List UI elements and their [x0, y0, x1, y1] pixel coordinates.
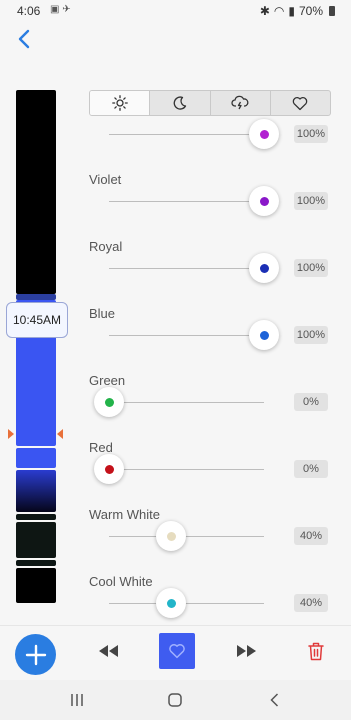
- timeline-segment[interactable]: [16, 514, 56, 520]
- channel-row: Blue 100%: [89, 306, 339, 366]
- signal-icon: ▮: [288, 4, 295, 18]
- status-icons: ✱ ◠ ▮ 70%: [260, 4, 335, 18]
- back-nav-icon[interactable]: [267, 692, 283, 708]
- add-button[interactable]: [15, 634, 56, 675]
- slider-knob[interactable]: [156, 588, 186, 618]
- channel-label: Red: [89, 440, 113, 455]
- channel-color-dot: [166, 598, 176, 608]
- channel-label: Royal: [89, 239, 123, 254]
- slider-knob[interactable]: [249, 119, 279, 149]
- channel-row: Royal 100%: [89, 239, 339, 299]
- slider-knob[interactable]: [94, 387, 124, 417]
- back-arrow-icon[interactable]: [14, 28, 36, 50]
- timeline-segment[interactable]: [16, 448, 56, 468]
- current-time-bubble[interactable]: 10:45AM: [6, 302, 68, 338]
- channel-percent[interactable]: 0%: [294, 393, 328, 411]
- slider-knob[interactable]: [94, 454, 124, 484]
- wifi-icon: ◠: [273, 4, 285, 18]
- channel-color-dot: [259, 196, 269, 206]
- heart-outline-icon: [169, 644, 185, 659]
- channel-color-dot: [166, 531, 176, 541]
- timeline-segment[interactable]: [16, 90, 56, 294]
- favorite-button[interactable]: [159, 633, 195, 669]
- timeline-marker-right[interactable]: [57, 429, 63, 439]
- channel-color-dot: [104, 397, 114, 407]
- channel-percent[interactable]: 100%: [294, 259, 328, 277]
- schedule-timeline[interactable]: [16, 90, 56, 603]
- rewind-icon[interactable]: [97, 643, 119, 659]
- channel-percent[interactable]: 100%: [294, 326, 328, 344]
- channel-percent[interactable]: 40%: [294, 527, 328, 545]
- slider-track[interactable]: [109, 536, 264, 537]
- slider-knob[interactable]: [249, 320, 279, 350]
- battery-icon: [329, 6, 335, 16]
- plus-icon: [25, 644, 46, 665]
- status-time: 4:06: [17, 4, 41, 18]
- channel-row: Violet 100%: [89, 172, 339, 232]
- channel-label: Cool White: [89, 574, 153, 589]
- timeline-segment[interactable]: [16, 560, 56, 566]
- channel-color-dot: [259, 263, 269, 273]
- channel-label: Violet: [89, 172, 122, 187]
- timeline-marker-left[interactable]: [8, 429, 14, 439]
- channel-row: Warm White 40%: [89, 507, 339, 567]
- bottom-toolbar: [0, 625, 351, 681]
- timeline-segment[interactable]: [16, 568, 56, 603]
- slider-track[interactable]: [109, 134, 264, 135]
- slider-track[interactable]: [109, 469, 264, 470]
- slider-track[interactable]: [109, 335, 264, 336]
- channel-color-dot: [259, 330, 269, 340]
- slider-track[interactable]: [109, 402, 264, 403]
- channel-label: Warm White: [89, 507, 161, 522]
- trash-icon[interactable]: [307, 641, 325, 661]
- fast-forward-icon[interactable]: [236, 643, 258, 659]
- channel-percent[interactable]: 100%: [294, 192, 328, 210]
- system-navigation-bar: [0, 680, 351, 720]
- channel-row: Green 0%: [89, 373, 339, 433]
- slider-knob[interactable]: [249, 186, 279, 216]
- slider-track[interactable]: [109, 268, 264, 269]
- channel-row: Red 0%: [89, 440, 339, 500]
- slider-knob[interactable]: [249, 253, 279, 283]
- channel-label: Green: [89, 373, 126, 388]
- channel-percent[interactable]: 100%: [294, 125, 328, 143]
- recent-apps-icon[interactable]: [69, 692, 85, 708]
- notification-icons: ▣ ✈: [50, 4, 71, 15]
- channel-row: 100%: [89, 105, 339, 165]
- channel-percent[interactable]: 40%: [294, 594, 328, 612]
- bluetooth-icon: ✱: [259, 4, 270, 18]
- channel-label: Blue: [89, 306, 116, 321]
- slider-track[interactable]: [109, 201, 264, 202]
- channel-percent[interactable]: 0%: [294, 460, 328, 478]
- channel-color-dot: [104, 464, 114, 474]
- channel-color-dot: [259, 129, 269, 139]
- battery-percent: 70%: [298, 4, 323, 18]
- timeline-segment[interactable]: [16, 522, 56, 558]
- status-bar: 4:06 ▣ ✈ ✱ ◠ ▮ 70%: [0, 0, 351, 22]
- home-icon[interactable]: [167, 692, 183, 708]
- slider-knob[interactable]: [156, 521, 186, 551]
- timeline-segment[interactable]: [16, 470, 56, 512]
- slider-track[interactable]: [109, 603, 264, 604]
